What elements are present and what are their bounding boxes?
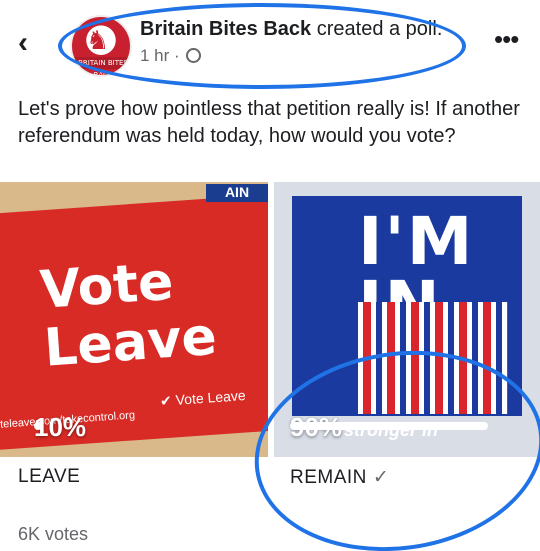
poll-option-remain[interactable]: I'M IN stronger in 90% [274, 182, 540, 457]
poll-labels: LEAVE REMAIN ✓ [0, 466, 540, 496]
vote-count[interactable]: 6K votes [18, 524, 88, 545]
avatar-band: BRITAIN BITES BACK [72, 57, 130, 75]
post-meta: 1 hr · [140, 46, 202, 66]
progress-leave [34, 422, 114, 430]
option-label-leave[interactable]: LEAVE [18, 466, 80, 488]
progress-fill-leave [34, 422, 42, 430]
progress-fill-remain [290, 422, 488, 430]
chevron-left-icon[interactable]: ‹ [18, 24, 48, 64]
lion-icon: ♞ [86, 25, 110, 55]
author-line: Britain Bites Back created a poll. [140, 18, 442, 41]
leave-sign-text: Vote Leave [38, 251, 219, 379]
avatar[interactable]: ♞ BRITAIN BITES BACK [70, 15, 132, 77]
author-name[interactable]: Britain Bites Back [140, 18, 311, 40]
globe-icon [186, 48, 202, 63]
remain-sign-image: I'M IN [292, 196, 522, 416]
post-text: Let's prove how pointless that petition … [18, 98, 520, 147]
action-text: created a poll. [316, 18, 443, 40]
checkmark-icon: ✓ [372, 467, 390, 488]
poll-option-leave[interactable]: AIN Vote Leave ✔ Vote Leave teleave.com/… [0, 182, 268, 457]
option-label-remain[interactable]: REMAIN ✓ [290, 466, 389, 489]
progress-remain [290, 422, 510, 430]
post-header: ‹ ♞ BRITAIN BITES BACK Britain Bites Bac… [0, 0, 540, 92]
union-flag-graphic [358, 302, 508, 414]
sign-tag: AIN [206, 184, 268, 202]
post-time[interactable]: 1 hr [140, 46, 169, 65]
meta-separator: · [174, 46, 180, 65]
poll-options: AIN Vote Leave ✔ Vote Leave teleave.com/… [0, 182, 540, 457]
more-dots-icon[interactable]: ••• [494, 26, 524, 60]
option-label-remain-text: REMAIN [290, 467, 367, 488]
